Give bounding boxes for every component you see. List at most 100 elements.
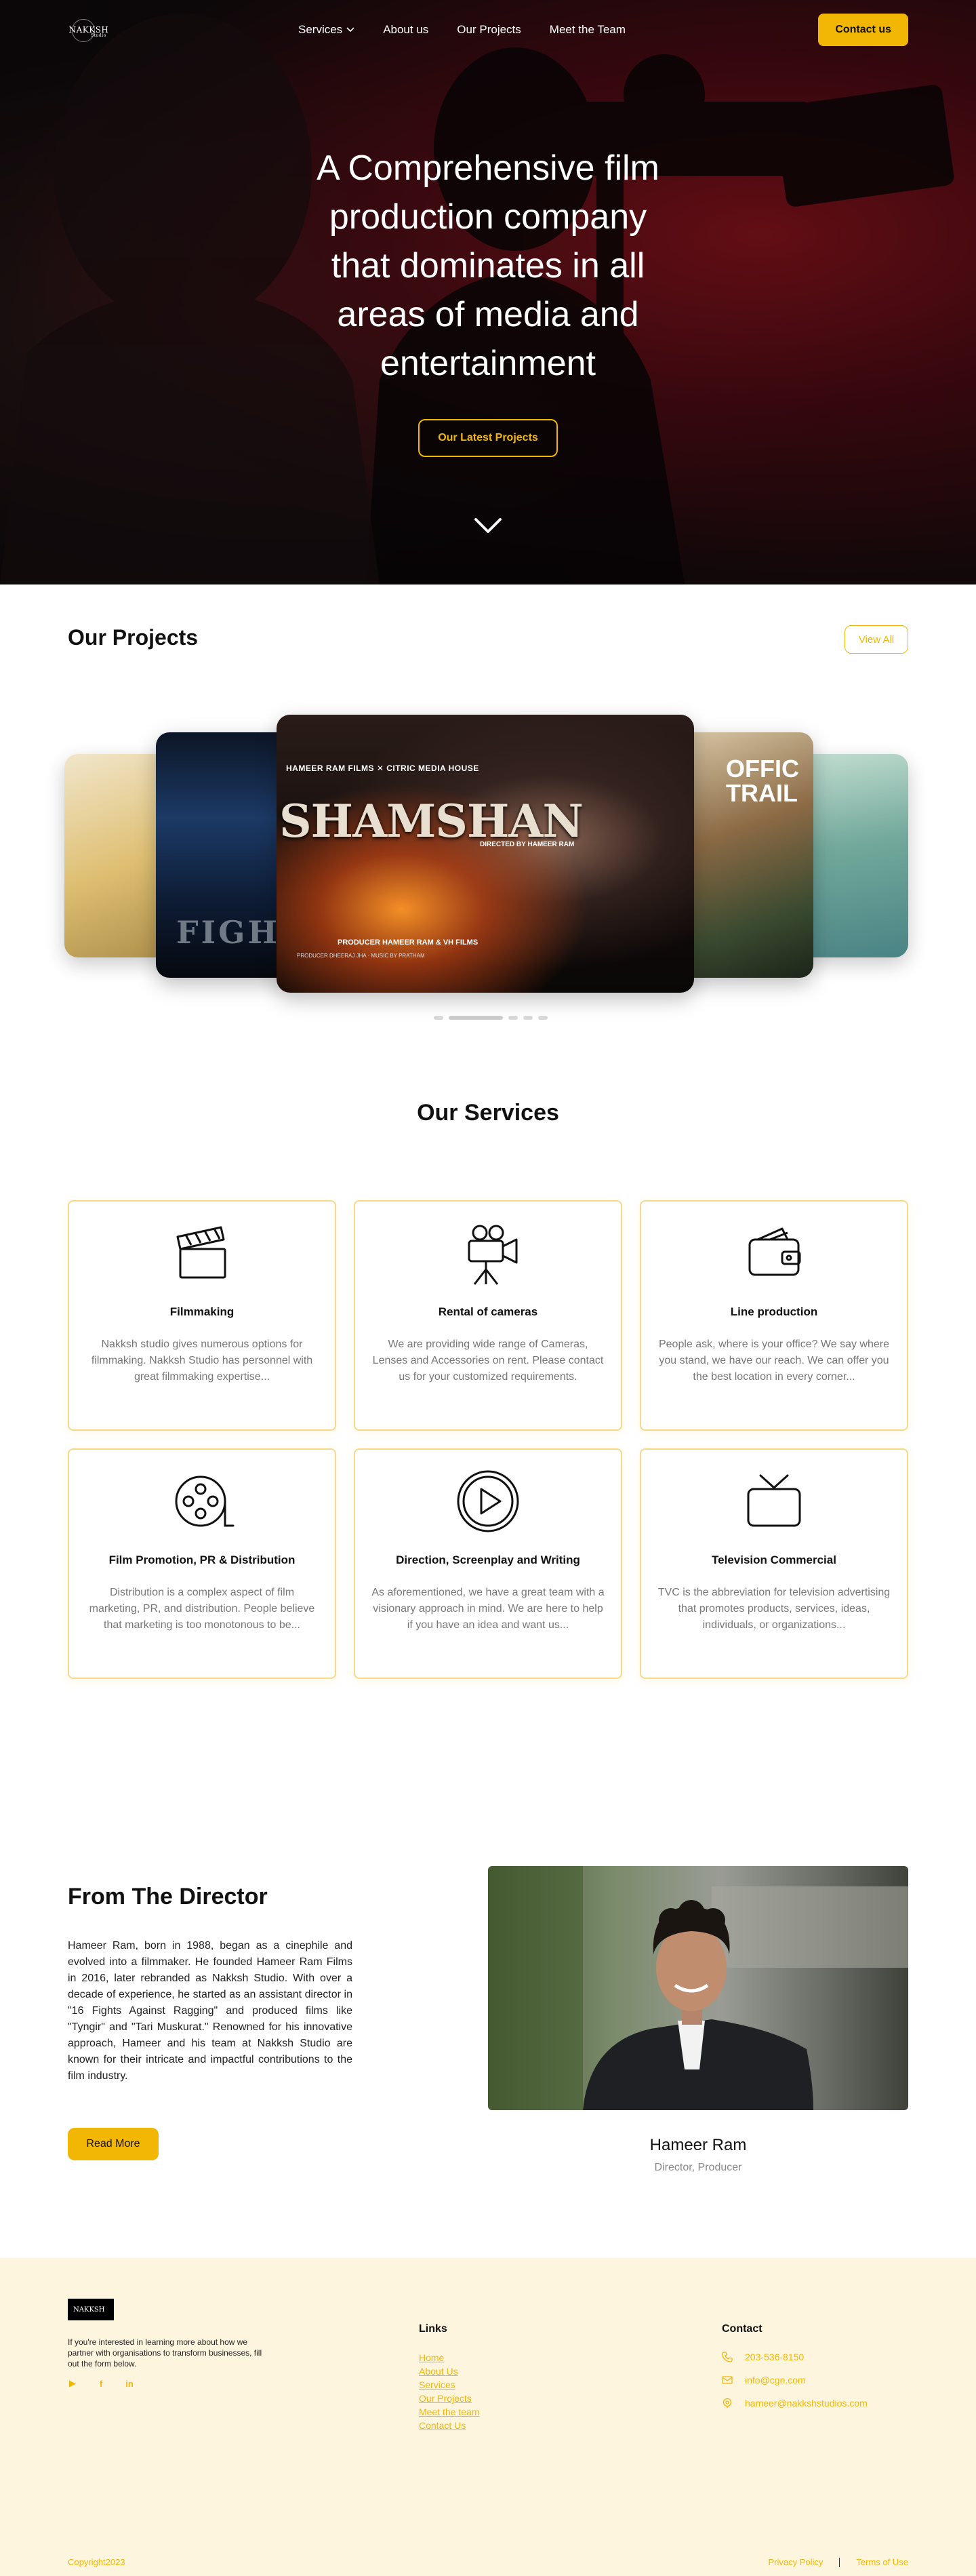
terms-link[interactable]: Terms of Use (856, 2557, 908, 2567)
poster-director-line: DIRECTED BY HAMEER RAM (480, 841, 575, 848)
facebook-icon[interactable]: f (96, 2379, 106, 2389)
service-card-filmmaking[interactable]: Filmmaking Nakksh studio gives numerous … (68, 1200, 336, 1431)
services-section: Our Services Filmmaking Nakksh studio gi… (0, 1059, 976, 1805)
service-title: Filmmaking (169, 1305, 235, 1318)
footer-contact: 203-536-8150 info@cgn.com hameer@nakkshs… (722, 2352, 868, 2409)
contact-phone-text: 203-536-8150 (745, 2352, 805, 2362)
footer-link-services[interactable]: Services (419, 2379, 480, 2391)
carousel-dot[interactable] (508, 1016, 518, 1020)
service-desc: Distribution is a complex aspect of film… (89, 1587, 315, 1631)
privacy-policy-link[interactable]: Privacy Policy (769, 2557, 824, 2567)
hero-title: A Comprehensive film production company … (0, 144, 976, 388)
project-card-featured[interactable]: HAMEER RAM FILMS ✕ CITRIC MEDIA HOUSE SH… (277, 715, 694, 993)
nav-links: Services About us Our Projects Meet the … (298, 23, 626, 37)
logo-ring-icon (72, 19, 95, 42)
poster-top-line: HAMEER RAM FILMS ✕ CITRIC MEDIA HOUSE (286, 764, 479, 773)
contact-email-text: info@cgn.com (745, 2375, 806, 2385)
footer-description: If you're interested in learning more ab… (68, 2337, 262, 2369)
contact-email2-text: hameer@nakkshstudios.com (745, 2398, 868, 2409)
carousel-dot-active[interactable] (449, 1016, 503, 1020)
hero-title-line: that dominates in all (331, 246, 645, 285)
youtube-icon[interactable]: ▶ (68, 2378, 77, 2388)
hero-title-line: A Comprehensive film (317, 148, 659, 188)
footer-link-about[interactable]: About Us (419, 2365, 480, 2377)
director-section: From The Director Hameer Ram, born in 19… (0, 1805, 976, 2258)
director-bio: Hameer Ram, born in 1988, began as a cin… (68, 1940, 352, 2082)
latest-projects-button[interactable]: Our Latest Projects (418, 419, 558, 457)
phone-icon (722, 2352, 733, 2362)
services-title: Our Services (417, 1100, 559, 1126)
nav-link-team[interactable]: Meet the Team (550, 23, 626, 37)
project-card[interactable]: OFFIC TRAIL (681, 732, 813, 978)
video-camera-icon (468, 1225, 518, 1285)
bottom-bar: Copyright2023 Privacy Policy Terms of Us… (0, 2549, 976, 2576)
contact-email-2[interactable]: hameer@nakkshstudios.com (722, 2398, 868, 2409)
service-desc: TVC is the abbreviation for television a… (657, 1587, 891, 1631)
footer: NAKKSH If you're interested in learning … (0, 2258, 976, 2549)
director-portrait-image (488, 1866, 908, 2110)
legal-separator (839, 2557, 840, 2567)
wallet-icon (748, 1227, 801, 1276)
nav-link-services[interactable]: Services (298, 23, 354, 37)
carousel-dot[interactable] (523, 1016, 533, 1020)
logo-subtext: Studio (91, 33, 106, 38)
contact-us-button[interactable]: Contact us (818, 14, 908, 46)
television-icon (747, 1474, 801, 1527)
logo[interactable]: NAKKSH Studio (68, 15, 110, 45)
footer-link-home[interactable]: Home (419, 2352, 480, 2364)
chevron-down-icon (346, 27, 354, 33)
linkedin-icon[interactable]: in (125, 2379, 134, 2389)
projects-title: Our Projects (68, 625, 199, 650)
contact-phone[interactable]: 203-536-8150 (722, 2352, 868, 2362)
service-card-camera-rental[interactable]: Rental of cameras We are providing wide … (354, 1200, 622, 1431)
location-icon (723, 2398, 732, 2408)
carousel-dot[interactable] (434, 1016, 443, 1020)
service-card-direction[interactable]: Direction, Screenplay and Writing As afo… (354, 1448, 622, 1679)
poster-title: SHAMSHAN (279, 795, 584, 848)
service-desc: As aforementioned, we have a great team … (371, 1587, 605, 1631)
service-title: Film Promotion, PR & Distribution (108, 1553, 296, 1566)
service-card-line-production[interactable]: Line production People ask, where is you… (640, 1200, 908, 1431)
carousel-dot[interactable] (538, 1016, 548, 1020)
hero-title-line: production company (329, 197, 647, 237)
main-nav: NAKKSH Studio Services About us Our Proj… (0, 0, 976, 60)
service-title: Line production (730, 1305, 818, 1318)
projects-carousel: FIGHT OFFIC TRAIL HAMEER RAM FILMS ✕ CIT… (0, 707, 976, 993)
hero-section: NAKKSH Studio Services About us Our Proj… (0, 0, 976, 584)
footer-link-team[interactable]: Meet the team (419, 2406, 480, 2418)
director-name: Hameer Ram (649, 2136, 747, 2154)
service-desc: People ask, where is your office? We say… (658, 1339, 890, 1383)
social-links: ▶ f in (68, 2378, 134, 2389)
poster-credits: PRODUCER DHEERAJ JHA · MUSIC BY PRATHAM (297, 953, 425, 959)
footer-links-title: Links (419, 2323, 447, 2335)
clapperboard-icon (176, 1226, 226, 1279)
service-card-tvc[interactable]: Television Commercial TVC is the abbrevi… (640, 1448, 908, 1679)
poster-title: FIGHT (176, 914, 291, 951)
project-card[interactable] (800, 754, 908, 957)
film-reel-icon (175, 1475, 235, 1527)
service-title: Rental of cameras (438, 1305, 538, 1318)
nav-link-services-label: Services (298, 23, 343, 36)
nav-link-about[interactable]: About us (383, 23, 428, 37)
poster-producer-line: PRODUCER HAMEER RAM & VH FILMS (338, 938, 479, 947)
service-desc: Nakksh studio gives numerous options for… (91, 1339, 313, 1383)
mail-icon (722, 2376, 733, 2384)
legal-links: Privacy Policy Terms of Use (769, 2557, 909, 2567)
project-card[interactable]: FIGHT (156, 732, 291, 978)
nav-link-projects[interactable]: Our Projects (457, 23, 521, 37)
contact-email[interactable]: info@cgn.com (722, 2375, 868, 2385)
service-title: Direction, Screenplay and Writing (396, 1553, 580, 1566)
service-desc: We are providing wide range of Cameras, … (372, 1339, 604, 1383)
poster-title: OFFIC TRAIL (726, 755, 799, 807)
director-photo (488, 1866, 908, 2110)
carousel-pagination (434, 1016, 548, 1020)
service-card-promotion[interactable]: Film Promotion, PR & Distribution Distri… (68, 1448, 336, 1679)
read-more-button[interactable]: Read More (68, 2128, 159, 2160)
footer-contact-title: Contact (722, 2323, 762, 2335)
footer-link-contact[interactable]: Contact Us (419, 2419, 480, 2432)
copyright: Copyright2023 (68, 2557, 125, 2567)
footer-link-projects[interactable]: Our Projects (419, 2392, 480, 2404)
scroll-down-chevron-icon[interactable] (473, 515, 503, 536)
footer-logo[interactable]: NAKKSH (68, 2299, 114, 2320)
view-all-button[interactable]: View All (845, 625, 908, 654)
